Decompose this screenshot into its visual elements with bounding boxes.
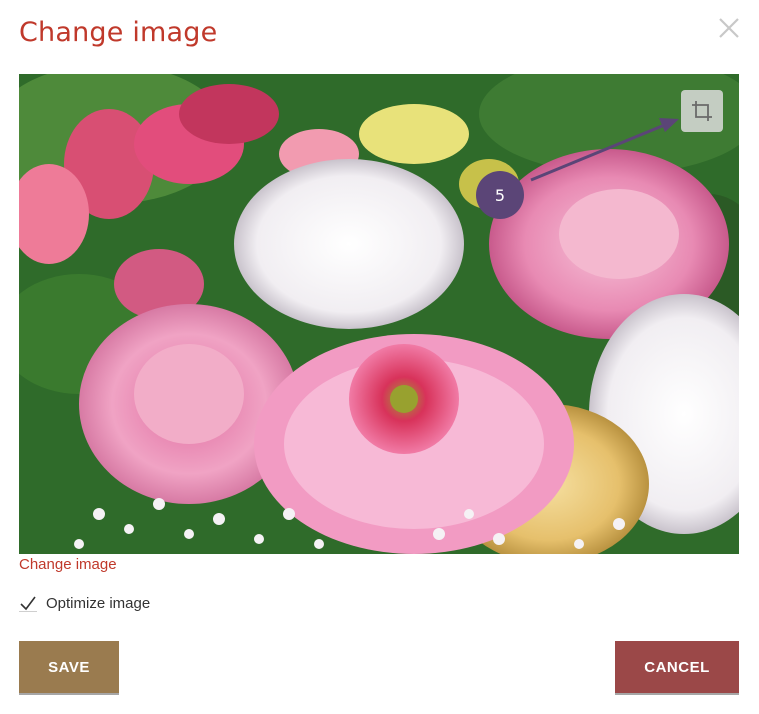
flower-photo (19, 74, 739, 554)
close-icon[interactable] (717, 16, 741, 40)
optimize-checkbox[interactable] (19, 594, 37, 612)
save-button[interactable]: SAVE (19, 641, 119, 693)
optimize-image-option[interactable]: Optimize image (19, 594, 150, 612)
optimize-image-label: Optimize image (46, 594, 151, 612)
cancel-button[interactable]: CANCEL (615, 641, 739, 693)
image-preview: 5 (19, 74, 739, 554)
crop-button[interactable] (681, 90, 723, 132)
checkmark-icon (19, 596, 37, 612)
dialog-title: Change image (19, 17, 218, 48)
change-image-dialog: Change image 5 Change image Optimize ima… (0, 0, 759, 714)
tutorial-step-badge: 5 (476, 171, 524, 219)
crop-icon (692, 101, 712, 121)
change-image-link[interactable]: Change image (19, 556, 117, 573)
